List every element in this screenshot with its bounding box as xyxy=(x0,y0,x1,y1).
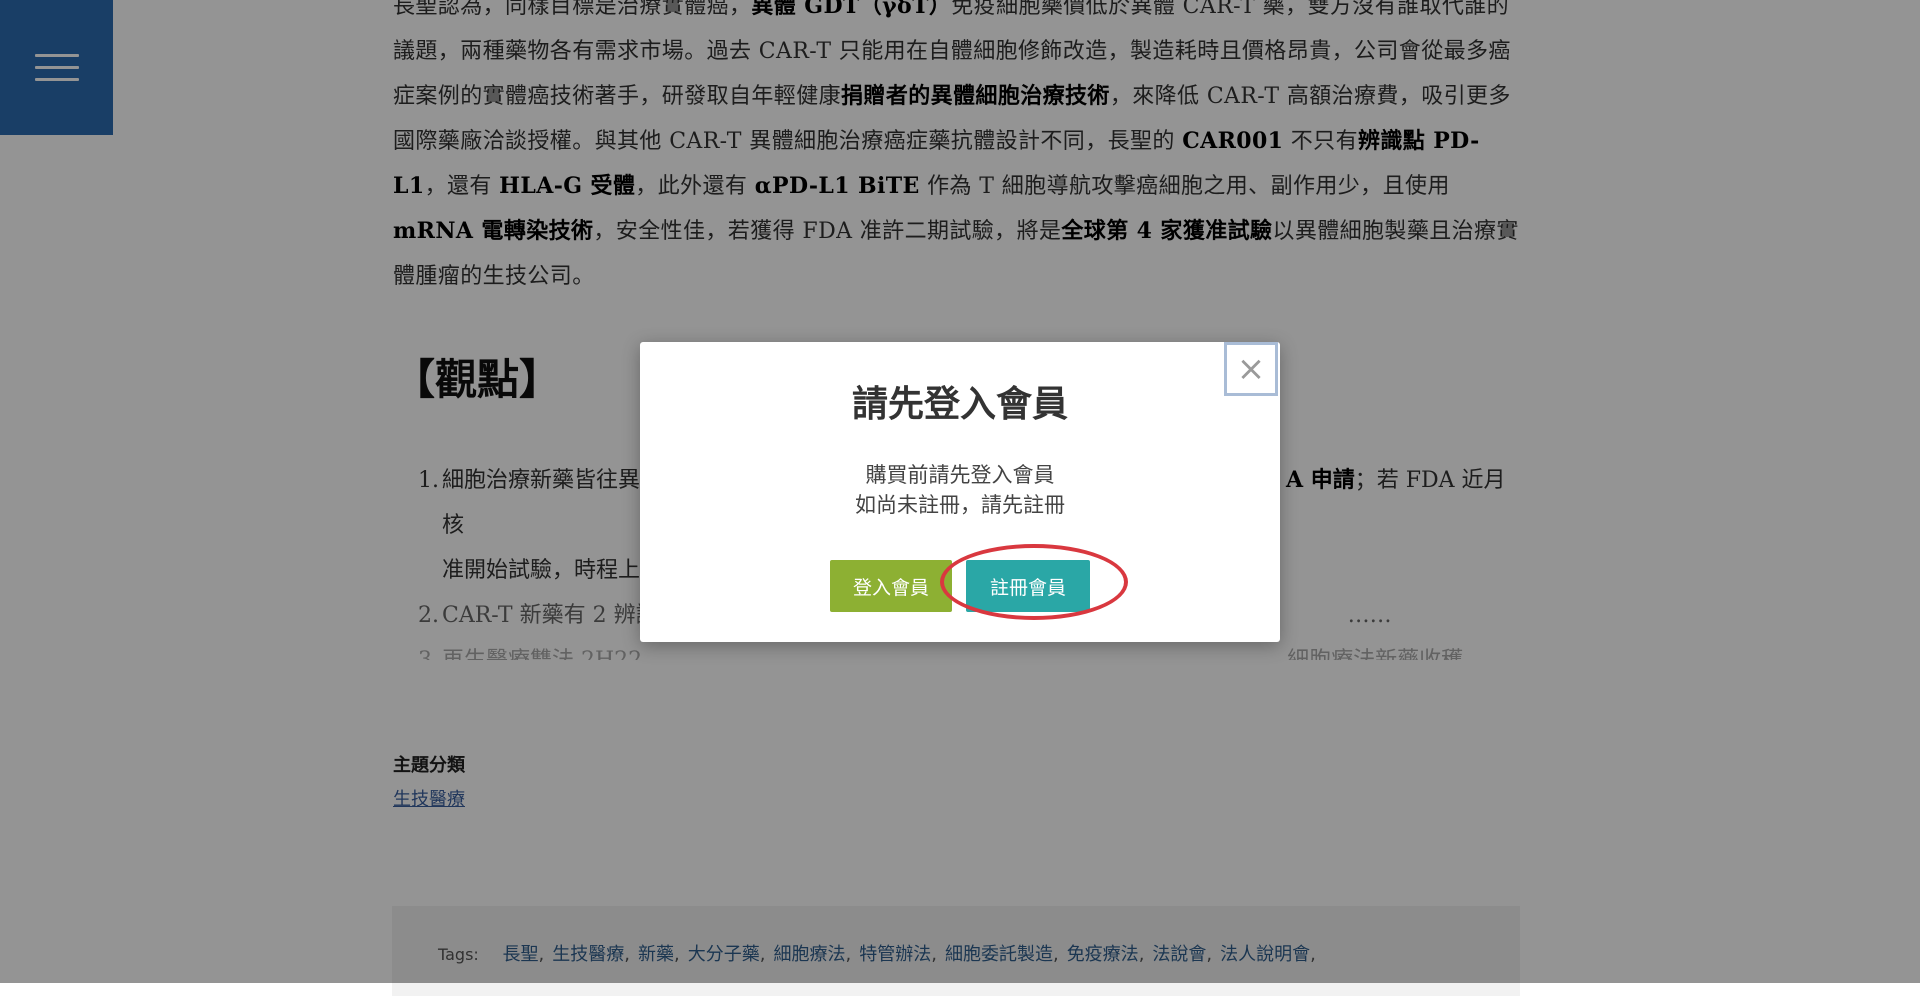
login-button[interactable]: 登入會員 xyxy=(830,560,952,612)
dialog-title: 請先登入會員 xyxy=(851,384,1068,425)
dialog-message-line1: 購買前請先登入會員 xyxy=(865,463,1055,487)
dialog-message-line2: 如尚未註冊，請先註冊 xyxy=(855,493,1065,517)
login-required-dialog: × 請先登入會員 購買前請先登入會員 如尚未註冊，請先註冊 登入會員 註冊會員 xyxy=(640,342,1280,642)
register-button[interactable]: 註冊會員 xyxy=(966,560,1090,612)
dialog-message: 購買前請先登入會員 如尚未註冊，請先註冊 xyxy=(640,460,1280,520)
